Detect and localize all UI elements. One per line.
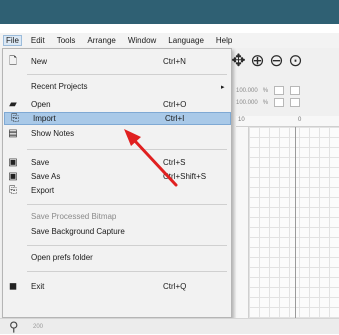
window-top-band [0, 0, 339, 24]
menu-item-label: Save Processed Bitmap [31, 212, 117, 221]
menu-item-save-as[interactable]: ▣ Save As Ctrl+Shift+S [3, 170, 231, 183]
export-icon: ⎘ [9, 184, 17, 196]
work-canvas[interactable] [249, 127, 339, 333]
ruler-label: 0 [298, 117, 302, 123]
toolbar-icons: ✥ ⊕ ⊖ ⊙ [230, 52, 304, 69]
horizontal-ruler: 10 0 [236, 116, 339, 127]
menu-item-label: Show Notes [31, 129, 75, 138]
coord-value[interactable]: 100.000 [236, 88, 258, 94]
folder-open-icon: ▰ [9, 98, 17, 110]
menu-item-label: Import [33, 114, 56, 123]
menu-separator [27, 245, 227, 246]
zoom-fit-icon[interactable]: ⊙ [287, 52, 304, 69]
menu-separator [27, 204, 227, 205]
submenu-arrow-icon: ▸ [221, 83, 225, 91]
menu-separator [27, 149, 227, 150]
save-icon: ▣ [8, 156, 18, 168]
menu-item-show-notes[interactable]: ▤ Show Notes [3, 127, 231, 140]
menu-item-label: Exit [31, 282, 45, 291]
canvas-origin-line [295, 127, 296, 333]
move-icon[interactable]: ✥ [230, 52, 247, 69]
menu-arrange[interactable]: Arrange [84, 35, 118, 46]
coord-checkbox[interactable] [274, 86, 285, 95]
menu-file[interactable]: File [3, 35, 22, 46]
menu-help[interactable]: Help [213, 35, 235, 46]
menu-item-shortcut: Ctrl+Shift+S [163, 172, 207, 181]
menu-separator [27, 74, 227, 75]
menu-item-label: Save As [31, 172, 61, 181]
menu-item-shortcut: Ctrl+N [163, 57, 186, 66]
coord-checkbox[interactable] [290, 86, 301, 95]
menu-edit[interactable]: Edit [28, 35, 48, 46]
coord-row: 100.000 % [236, 98, 301, 107]
menubar: File Edit Tools Arrange Window Language … [0, 33, 339, 48]
ruler-label: 10 [238, 117, 245, 123]
save-as-icon: ▣ [8, 170, 18, 182]
coord-unit: % [262, 99, 269, 106]
menu-separator [27, 271, 227, 272]
menu-window[interactable]: Window [125, 35, 159, 46]
window-gap [0, 24, 339, 33]
notes-icon: ▤ [8, 127, 18, 139]
menu-item-shortcut: Ctrl+I [165, 114, 185, 123]
new-file-icon: 🗋 [8, 55, 18, 67]
menu-item-save-processed-bitmap: Save Processed Bitmap [3, 210, 231, 223]
menu-item-exit[interactable]: ◼ Exit Ctrl+Q [3, 280, 231, 293]
status-bar: ⚲ 200 [0, 318, 339, 334]
menu-item-import[interactable]: ⎘ Import Ctrl+I [4, 112, 231, 125]
menu-item-label: Save [31, 158, 50, 167]
menu-item-shortcut: Ctrl+S [163, 158, 186, 167]
menu-item-save[interactable]: ▣ Save Ctrl+S [3, 156, 231, 169]
menu-item-shortcut: Ctrl+O [163, 100, 187, 109]
zoom-in-icon[interactable]: ⊕ [249, 52, 266, 69]
zoom-out-icon[interactable]: ⊖ [268, 52, 285, 69]
coord-checkbox[interactable] [274, 98, 285, 107]
menu-item-save-background-capture[interactable]: Save Background Capture [3, 225, 231, 238]
coord-value[interactable]: 100.000 [236, 100, 258, 106]
menu-item-shortcut: Ctrl+Q [163, 282, 187, 291]
status-zoom-text: 200 [33, 324, 44, 330]
menu-item-export[interactable]: ⎘ Export [3, 184, 231, 197]
menu-item-open[interactable]: ▰ Open Ctrl+O [3, 98, 231, 111]
menu-item-recent-projects[interactable]: Recent Projects ▸ [3, 80, 231, 93]
exit-icon: ◼ [8, 280, 18, 292]
file-menu-dropdown: 🗋 New Ctrl+N Recent Projects ▸ ▰ Open Ct… [2, 48, 232, 318]
import-icon: ⎘ [11, 112, 19, 124]
menu-item-new[interactable]: 🗋 New Ctrl+N [3, 55, 231, 68]
coord-unit: % [262, 87, 269, 94]
menu-item-label: Recent Projects [31, 82, 88, 91]
menu-item-label: Save Background Capture [31, 227, 125, 236]
menu-item-label: Export [31, 186, 55, 195]
menu-tools[interactable]: Tools [54, 35, 79, 46]
vertical-ruler [236, 127, 249, 333]
coord-checkbox[interactable] [290, 98, 301, 107]
coord-row: 100.000 % [236, 86, 301, 95]
menu-item-open-prefs-folder[interactable]: Open prefs folder [3, 251, 231, 264]
menu-item-label: Open [31, 100, 51, 109]
menu-language[interactable]: Language [165, 35, 207, 46]
menu-item-label: Open prefs folder [31, 253, 93, 262]
menu-item-label: New [31, 57, 48, 66]
